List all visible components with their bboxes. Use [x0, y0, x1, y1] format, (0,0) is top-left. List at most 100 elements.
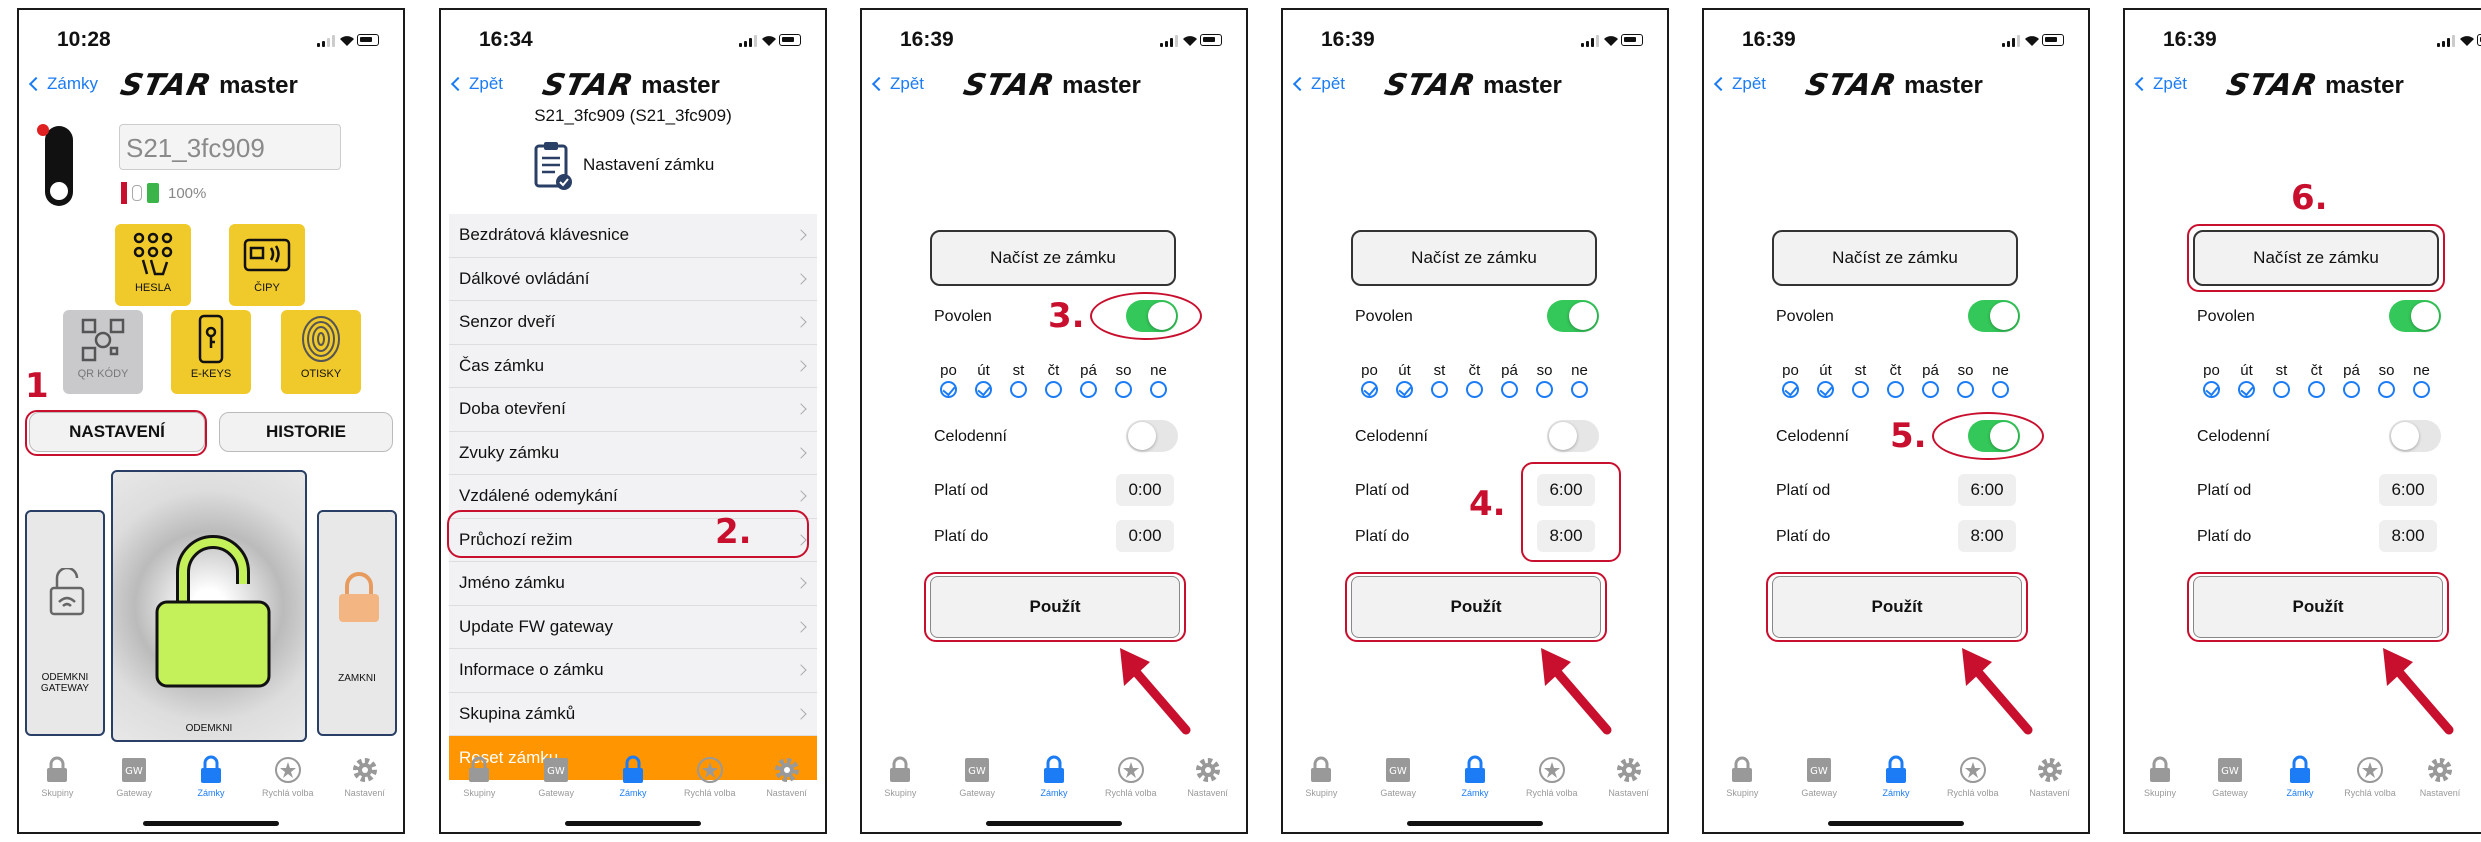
tab-locks[interactable]: Zámky	[1439, 755, 1511, 798]
to-time[interactable]: 8:00	[2379, 520, 2437, 552]
from-time[interactable]: 0:00	[1116, 474, 1174, 506]
tab-groups[interactable]: Skupiny	[21, 755, 93, 798]
day-sat[interactable]: so	[2372, 362, 2401, 398]
enabled-toggle[interactable]	[2389, 300, 2441, 332]
tab-quick[interactable]: Rychlá volba	[674, 755, 746, 798]
to-time[interactable]: 8:00	[1958, 520, 2016, 552]
enabled-toggle[interactable]	[1968, 300, 2020, 332]
day-fri[interactable]: pá	[1495, 362, 1524, 398]
day-mon[interactable]: po	[1776, 362, 1805, 398]
tab-settings[interactable]: Nastavení	[1593, 755, 1665, 798]
tile-chips[interactable]: ČIPY	[229, 224, 305, 306]
tab-locks[interactable]: Zámky	[1018, 755, 1090, 798]
menu-item-remote[interactable]: Dálkové ovládání	[449, 258, 817, 301]
tab-locks[interactable]: Zámky	[597, 755, 669, 798]
menu-item-lock-name[interactable]: Jméno zámku	[449, 562, 817, 606]
day-thu[interactable]: čt	[2302, 362, 2331, 398]
tab-gateway[interactable]: GW Gateway	[98, 755, 170, 798]
day-sat[interactable]: so	[1109, 362, 1138, 398]
unlock-main-panel[interactable]: ODEMKNI	[111, 470, 307, 742]
day-thu[interactable]: čt	[1881, 362, 1910, 398]
tile-fingerprints[interactable]: OTISKY	[281, 310, 361, 394]
tab-quick[interactable]: Rychlá volba	[1937, 755, 2009, 798]
menu-item-lock-time[interactable]: Čas zámku	[449, 345, 817, 388]
tile-passwords[interactable]: HESLA	[115, 224, 191, 306]
enabled-toggle[interactable]	[1547, 300, 1599, 332]
menu-item-fw-update[interactable]: Update FW gateway	[449, 606, 817, 649]
tab-groups[interactable]: Skupiny	[1706, 755, 1778, 798]
menu-item-lock-info[interactable]: Informace o zámku	[449, 649, 817, 693]
tab-groups[interactable]: Skupiny	[864, 755, 936, 798]
day-wed[interactable]: st	[1004, 362, 1033, 398]
day-sat[interactable]: so	[1951, 362, 1980, 398]
tab-locks[interactable]: Zámky	[175, 755, 247, 798]
back-button[interactable]: Zpět	[447, 74, 503, 94]
all-day-toggle[interactable]	[1547, 420, 1599, 452]
back-button[interactable]: Zpět	[2131, 74, 2187, 94]
menu-item-open-duration[interactable]: Doba otevření	[449, 388, 817, 432]
tab-settings[interactable]: Nastavení	[2014, 755, 2086, 798]
day-mon[interactable]: po	[1355, 362, 1384, 398]
tab-settings[interactable]: Nastavení	[1172, 755, 1244, 798]
day-tue[interactable]: út	[2232, 362, 2261, 398]
day-sun[interactable]: ne	[2407, 362, 2436, 398]
unlock-gateway-panel[interactable]: ODEMKNI GATEWAY	[25, 510, 105, 736]
tile-ekeys[interactable]: E-KEYS	[171, 310, 251, 394]
day-sun[interactable]: ne	[1565, 362, 1594, 398]
day-fri[interactable]: pá	[1916, 362, 1945, 398]
back-button[interactable]: Zpět	[1289, 74, 1345, 94]
day-wed[interactable]: st	[1846, 362, 1875, 398]
day-thu[interactable]: čt	[1460, 362, 1489, 398]
tab-groups[interactable]: Skupiny	[2125, 755, 2195, 798]
day-mon[interactable]: po	[934, 362, 963, 398]
day-fri[interactable]: pá	[2337, 362, 2366, 398]
day-thu[interactable]: čt	[1039, 362, 1068, 398]
day-wed[interactable]: st	[1425, 362, 1454, 398]
tab-gateway[interactable]: GW Gateway	[1783, 755, 1855, 798]
day-sun[interactable]: ne	[1986, 362, 2015, 398]
day-tue[interactable]: út	[969, 362, 998, 398]
tab-locks[interactable]: Zámky	[2265, 755, 2335, 798]
day-mon[interactable]: po	[2197, 362, 2226, 398]
tab-gateway[interactable]: GW Gateway	[2195, 755, 2265, 798]
to-time[interactable]: 0:00	[1116, 520, 1174, 552]
tab-groups[interactable]: Skupiny	[443, 755, 515, 798]
load-from-lock-button[interactable]: Načíst ze zámku	[1772, 230, 2018, 286]
day-sat[interactable]: so	[1530, 362, 1559, 398]
tab-gateway[interactable]: GW Gateway	[941, 755, 1013, 798]
tab-gateway[interactable]: GW Gateway	[520, 755, 592, 798]
circle-icon	[2308, 381, 2325, 398]
history-button[interactable]: HISTORIE	[219, 412, 393, 452]
tab-groups[interactable]: Skupiny	[1285, 755, 1357, 798]
tab-settings[interactable]: Nastavení	[2405, 755, 2475, 798]
tile-qr-codes[interactable]: QR KÓDY	[63, 310, 143, 394]
menu-item-lock-group[interactable]: Skupina zámků	[449, 693, 817, 736]
tab-quick[interactable]: Rychlá volba	[1516, 755, 1588, 798]
day-wed[interactable]: st	[2267, 362, 2296, 398]
day-fri[interactable]: pá	[1074, 362, 1103, 398]
tab-quick[interactable]: Rychlá volba	[2335, 755, 2405, 798]
all-day-toggle[interactable]	[1126, 420, 1178, 452]
load-from-lock-button[interactable]: Načíst ze zámku	[1351, 230, 1597, 286]
menu-item-sounds[interactable]: Zvuky zámku	[449, 432, 817, 475]
menu-item-keypad[interactable]: Bezdrátová klávesnice	[449, 214, 817, 258]
day-tue[interactable]: út	[1811, 362, 1840, 398]
back-button[interactable]: Zpět	[868, 74, 924, 94]
tab-locks[interactable]: Zámky	[1860, 755, 1932, 798]
back-button[interactable]: Zámky	[25, 74, 98, 94]
tab-quick[interactable]: Rychlá volba	[1095, 755, 1167, 798]
lock-name-field[interactable]: S21_3fc909	[119, 124, 341, 170]
lock-panel[interactable]: ZAMKNI	[317, 510, 397, 736]
all-day-toggle[interactable]	[2389, 420, 2441, 452]
tab-quick[interactable]: Rychlá volba	[252, 755, 324, 798]
from-time[interactable]: 6:00	[1958, 474, 2016, 506]
tab-settings[interactable]: Nastavení	[751, 755, 823, 798]
load-from-lock-button[interactable]: Načíst ze zámku	[930, 230, 1176, 286]
tab-settings[interactable]: Nastavení	[329, 755, 401, 798]
back-button[interactable]: Zpět	[1710, 74, 1766, 94]
tab-gateway[interactable]: GW Gateway	[1362, 755, 1434, 798]
day-sun[interactable]: ne	[1144, 362, 1173, 398]
from-time[interactable]: 6:00	[2379, 474, 2437, 506]
day-tue[interactable]: út	[1390, 362, 1419, 398]
menu-item-door-sensor[interactable]: Senzor dveří	[449, 301, 817, 345]
